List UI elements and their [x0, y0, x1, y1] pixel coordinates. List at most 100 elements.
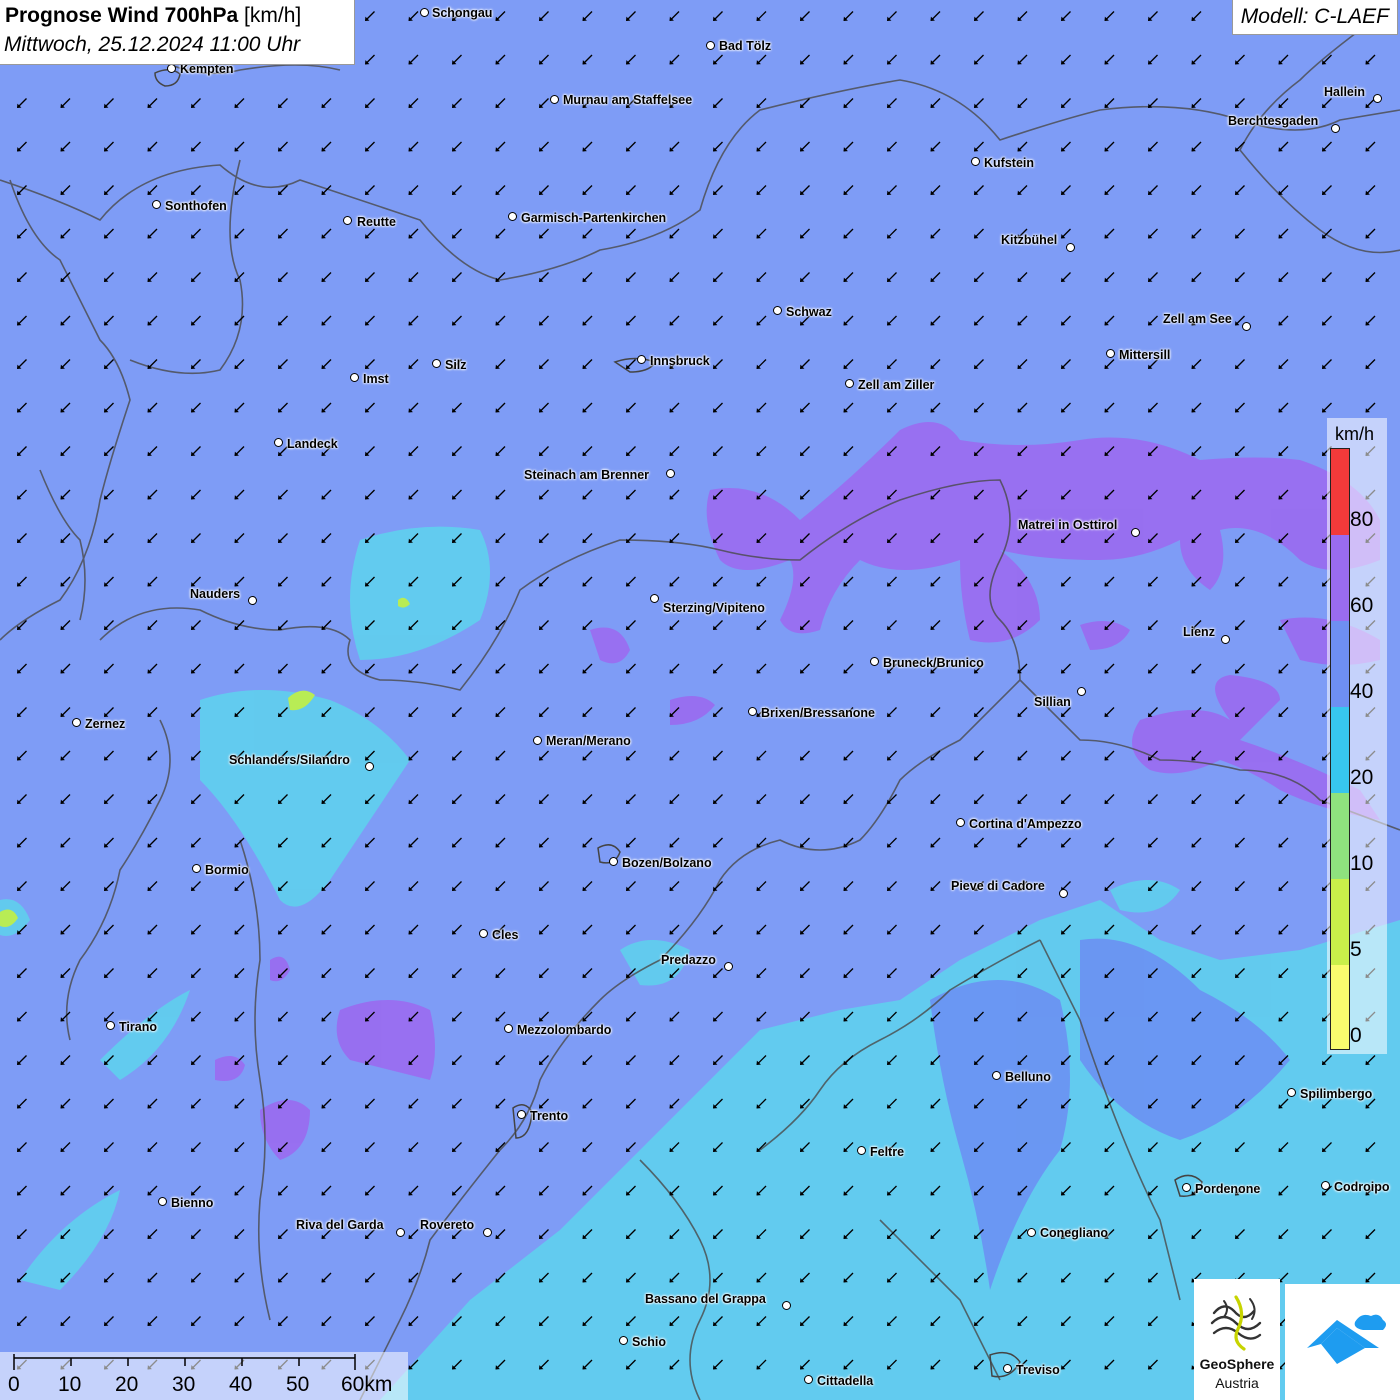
wind-arrow — [147, 489, 158, 500]
wind-arrow — [582, 968, 593, 978]
wind-arrow — [843, 272, 854, 282]
city-marker — [804, 1375, 813, 1384]
wind-arrow — [104, 98, 114, 108]
city-label: Cles — [492, 928, 519, 942]
city-label: Murnau am Staffelsee — [563, 93, 693, 107]
wind-arrow — [582, 272, 593, 282]
wind-arrow — [104, 924, 114, 935]
wind-arrow — [452, 489, 462, 500]
legend-color-bar — [1330, 448, 1350, 1050]
wind-arrow — [60, 1098, 71, 1109]
wind-arrow — [756, 924, 767, 935]
wind-arrow — [626, 185, 636, 195]
wind-arrow — [104, 489, 114, 500]
wind-arrow — [321, 1055, 332, 1065]
wind-arrow — [887, 881, 897, 891]
wind-arrow — [321, 1098, 332, 1109]
wind-arrow — [495, 1185, 506, 1196]
wind-arrow — [1191, 272, 1202, 282]
city-marker — [857, 1146, 866, 1155]
wind-arrow — [713, 576, 723, 587]
wind-arrow — [278, 533, 288, 543]
wind-arrow — [234, 533, 245, 543]
wind-arrow — [582, 1055, 593, 1065]
wind-arrow — [669, 402, 680, 413]
wind-arrow — [1061, 54, 1071, 65]
wind-arrow — [1191, 54, 1202, 65]
geosphere-logo-icon — [1210, 1295, 1262, 1351]
wind-arrow — [278, 402, 288, 413]
wind-arrow — [887, 707, 897, 717]
wind-arrow — [887, 750, 897, 761]
wind-arrow — [191, 1011, 201, 1022]
city-marker — [992, 1071, 1001, 1080]
wind-arrow — [408, 446, 419, 456]
wind-arrow — [321, 663, 332, 674]
wind-arrow — [1104, 402, 1115, 413]
city-marker — [508, 212, 517, 221]
wind-arrow — [539, 141, 549, 152]
wind-arrow — [495, 1011, 506, 1022]
wind-arrow — [582, 750, 593, 761]
wind-arrow — [669, 141, 680, 152]
wind-arrow — [452, 141, 462, 152]
wind-arrow — [843, 446, 854, 456]
wind-arrow — [60, 663, 71, 674]
wind-arrow — [365, 359, 375, 369]
wind-arrow — [452, 837, 462, 848]
wind-arrow — [191, 446, 201, 456]
wind-arrow — [626, 272, 636, 282]
wind-arrow — [408, 11, 419, 21]
wind-arrow — [191, 1098, 201, 1109]
wind-arrow — [191, 1272, 201, 1283]
city-label: Imst — [363, 372, 389, 386]
wind-arrow — [191, 1229, 201, 1239]
wind-arrow — [930, 707, 941, 717]
wind-arrow — [1322, 98, 1332, 108]
wind-arrow — [365, 54, 375, 65]
legend-tick: 60 — [1350, 594, 1374, 617]
wind-arrow — [887, 837, 897, 848]
wind-arrow — [756, 968, 767, 978]
wind-arrow — [713, 663, 723, 674]
wind-arrow — [321, 576, 332, 587]
wind-arrow — [1104, 185, 1115, 195]
city-label: Pieve di Cadore — [951, 879, 1045, 893]
wind-arrow — [452, 1011, 462, 1022]
wind-arrow — [669, 794, 680, 804]
wind-arrow — [408, 663, 419, 674]
wind-arrow — [756, 576, 767, 587]
city-marker — [192, 864, 201, 873]
wind-arrow — [887, 11, 897, 21]
wind-arrow — [539, 315, 549, 326]
wind-arrow — [1365, 315, 1376, 326]
wind-arrow — [756, 315, 767, 326]
wind-arrow — [408, 185, 419, 195]
wind-arrow — [669, 272, 680, 282]
wind-arrow — [930, 837, 941, 848]
wind-arrow — [539, 446, 549, 456]
wind-arrow — [147, 1229, 158, 1239]
city-marker — [365, 762, 374, 771]
wind-arrow — [495, 1229, 506, 1239]
wind-arrow — [1148, 11, 1158, 21]
wind-arrow — [495, 576, 506, 587]
wind-arrow — [887, 968, 897, 978]
wind-arrow — [278, 924, 288, 935]
wind-arrow — [539, 359, 549, 369]
wind-arrow — [104, 1011, 114, 1022]
map-title: Prognose Wind 700hPa [km/h] — [5, 4, 301, 28]
wind-arrow — [539, 750, 549, 761]
wind-arrow — [1017, 315, 1028, 326]
wind-arrow — [843, 359, 854, 369]
wind-arrow — [1148, 185, 1158, 195]
city-marker — [845, 379, 854, 388]
wind-arrow — [930, 794, 941, 804]
wind-arrow — [104, 272, 114, 282]
wind-arrow — [278, 315, 288, 326]
city-label: Mittersill — [1119, 348, 1171, 362]
city-marker — [1131, 528, 1140, 537]
wind-arrow — [974, 837, 984, 848]
wind-arrow — [1017, 707, 1028, 717]
legend-segment — [1331, 621, 1349, 707]
